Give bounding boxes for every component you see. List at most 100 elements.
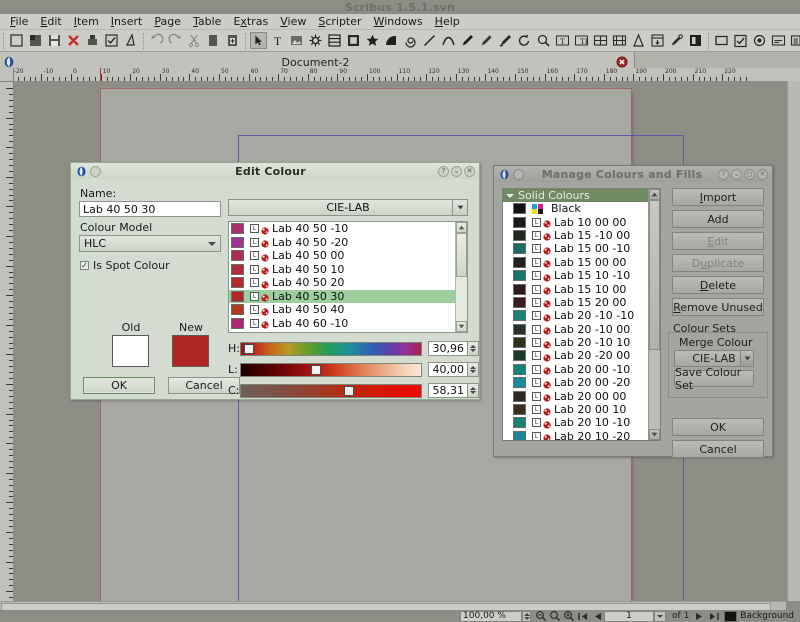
delete-button[interactable]: Delete xyxy=(672,276,764,294)
window-menu-icon[interactable] xyxy=(513,169,524,180)
colour-list-item[interactable]: LLab 40 50 40 xyxy=(229,303,467,317)
editimg-icon[interactable] xyxy=(687,32,704,49)
slider-value-stepper[interactable] xyxy=(468,362,479,377)
is-spot-colour-checkbox[interactable]: ✓ Is Spot Colour xyxy=(80,259,170,272)
colour-list-item[interactable]: LLab 20 00 -10 xyxy=(503,363,660,376)
colour-list-item[interactable]: LLab 20 00 10 xyxy=(503,403,660,416)
last-page-icon[interactable] xyxy=(706,610,720,622)
colour-list-item[interactable]: LLab 20 00 00 xyxy=(503,389,660,402)
insert-image-frame-icon[interactable] xyxy=(288,32,305,49)
edit-colour-list[interactable]: LLab 40 50 -10LLab 40 50 -20LLab 40 50 0… xyxy=(228,221,468,333)
menu-edit[interactable]: Edit xyxy=(34,14,67,29)
redo-icon[interactable] xyxy=(167,32,184,49)
edit-colour-ok-button[interactable]: OK xyxy=(83,377,155,394)
page-number-stepper[interactable] xyxy=(654,611,666,622)
page-number-value[interactable]: 1 xyxy=(604,611,654,622)
colour-list-item[interactable]: Black xyxy=(503,202,660,215)
menu-insert[interactable]: Insert xyxy=(105,14,149,29)
new-document-icon[interactable] xyxy=(8,32,25,49)
restore-icon[interactable]: ◻ xyxy=(744,169,755,180)
insert-text-frame-icon[interactable]: T xyxy=(269,32,286,49)
slider-handle[interactable] xyxy=(344,386,354,396)
copy-icon[interactable] xyxy=(205,32,222,49)
eye-dropper-icon[interactable] xyxy=(649,32,666,49)
colour-list-item[interactable]: LLab 20 10 -20 xyxy=(503,430,660,441)
zoom-in-icon[interactable] xyxy=(562,610,576,622)
colour-set-dropdown[interactable]: CIE-LAB xyxy=(674,350,754,367)
colour-list-item[interactable]: LLab 40 50 10 xyxy=(229,263,467,277)
insert-freehand-line-icon[interactable] xyxy=(459,32,476,49)
zoom-out-icon[interactable] xyxy=(534,610,548,622)
menu-page[interactable]: Page xyxy=(148,14,187,29)
slider-value-stepper[interactable] xyxy=(468,341,479,356)
colour-list-item[interactable]: LLab 40 50 -10 xyxy=(229,222,467,236)
scroll-up-icon[interactable] xyxy=(456,222,467,233)
menu-windows[interactable]: Windows xyxy=(368,14,429,29)
zoom-stepper[interactable] xyxy=(522,611,531,622)
slider-handle[interactable] xyxy=(311,365,321,375)
colour-list-item[interactable]: LLab 20 -10 00 xyxy=(503,323,660,336)
menu-view[interactable]: View xyxy=(274,14,312,29)
colour-list-item[interactable]: LLab 40 50 -20 xyxy=(229,236,467,250)
edit-colour-set-dropdown[interactable]: CIE-LAB xyxy=(228,199,468,216)
zoom-original-icon[interactable] xyxy=(548,610,562,622)
menu-item[interactable]: Item xyxy=(68,14,105,29)
export-pdf-icon[interactable] xyxy=(122,32,139,49)
insert-table-icon[interactable] xyxy=(326,32,343,49)
chevron-down-icon[interactable] xyxy=(740,351,753,366)
save-colour-set-button[interactable]: Save Colour Set xyxy=(674,370,754,387)
colour-slider[interactable] xyxy=(240,384,422,398)
colour-list-item[interactable]: LLab 20 -10 -10 xyxy=(503,309,660,322)
colour-name-input[interactable]: Lab 40 50 30 xyxy=(79,201,221,217)
slider-handle[interactable] xyxy=(244,344,254,354)
zoom-value[interactable]: 100,00 % xyxy=(460,611,522,622)
preflight-verifier-icon[interactable] xyxy=(103,32,120,49)
vertical-ruler[interactable] xyxy=(0,81,14,601)
zoom-icon[interactable] xyxy=(516,32,533,49)
horizontal-ruler[interactable]: -30-20-100102030405060708090100110120130… xyxy=(0,68,800,82)
pdf-push-button-icon[interactable] xyxy=(713,32,730,49)
edit-text-story-editor-icon[interactable]: T xyxy=(554,32,571,49)
scroll-down-icon[interactable] xyxy=(456,321,467,332)
colour-list-item[interactable]: LLab 40 50 30 xyxy=(229,290,467,304)
help-icon[interactable]: ? xyxy=(718,169,729,180)
colour-model-dropdown[interactable]: HLC xyxy=(79,235,221,252)
select-item-icon[interactable] xyxy=(250,32,267,49)
pdf-combo-box-icon[interactable] xyxy=(789,32,800,49)
copy-item-properties-icon[interactable] xyxy=(630,32,647,49)
paste-icon[interactable] xyxy=(224,32,241,49)
previous-page-icon[interactable] xyxy=(590,610,604,622)
manage-cancel-button[interactable]: Cancel xyxy=(672,440,764,458)
shade-icon[interactable]: ⌄ xyxy=(451,166,462,177)
link-text-frames-icon[interactable]: TI xyxy=(573,32,590,49)
colour-list-item[interactable]: LLab 15 00 -10 xyxy=(503,242,660,255)
insert-line-icon[interactable] xyxy=(421,32,438,49)
manage-colours-list-scrollbar[interactable] xyxy=(648,189,660,440)
insert-arc-icon[interactable] xyxy=(383,32,400,49)
edit-colour-dialog[interactable]: Edit Colour ? ⌄ ✕ Name: Lab 40 50 30 Col… xyxy=(70,162,480,400)
insert-shape-icon[interactable] xyxy=(345,32,362,49)
insert-polygon-icon[interactable] xyxy=(364,32,381,49)
first-page-icon[interactable] xyxy=(576,610,590,622)
page-number-control[interactable]: 1 xyxy=(604,610,666,622)
slider-value-input[interactable]: 30,96 xyxy=(428,341,468,356)
close-document-icon[interactable] xyxy=(65,32,82,49)
slider-value-input[interactable]: 58,31 xyxy=(428,383,468,398)
rotate-item-icon[interactable] xyxy=(497,32,514,49)
colour-list-item[interactable]: LLab 10 00 00 xyxy=(503,215,660,228)
help-icon[interactable]: ? xyxy=(438,166,449,177)
colour-list-item[interactable]: LLab 20 -10 10 xyxy=(503,336,660,349)
colour-list-item[interactable]: LLab 15 10 -10 xyxy=(503,269,660,282)
pdf-check-box-icon[interactable] xyxy=(732,32,749,49)
close-icon[interactable]: ✕ xyxy=(464,166,475,177)
colour-list-item[interactable]: LLab 20 00 -20 xyxy=(503,376,660,389)
slider-value-stepper[interactable] xyxy=(468,383,479,398)
window-menu-icon[interactable] xyxy=(90,166,101,177)
edit-contents-icon[interactable] xyxy=(535,32,552,49)
shade-icon[interactable]: ⌄ xyxy=(731,169,742,180)
menu-help[interactable]: Help xyxy=(429,14,466,29)
colour-list-item[interactable]: LLab 20 10 -10 xyxy=(503,416,660,429)
import-button[interactable]: Import xyxy=(672,188,764,206)
menu-table[interactable]: Table xyxy=(187,14,227,29)
edit-colour-scroll-thumb[interactable] xyxy=(456,233,467,277)
